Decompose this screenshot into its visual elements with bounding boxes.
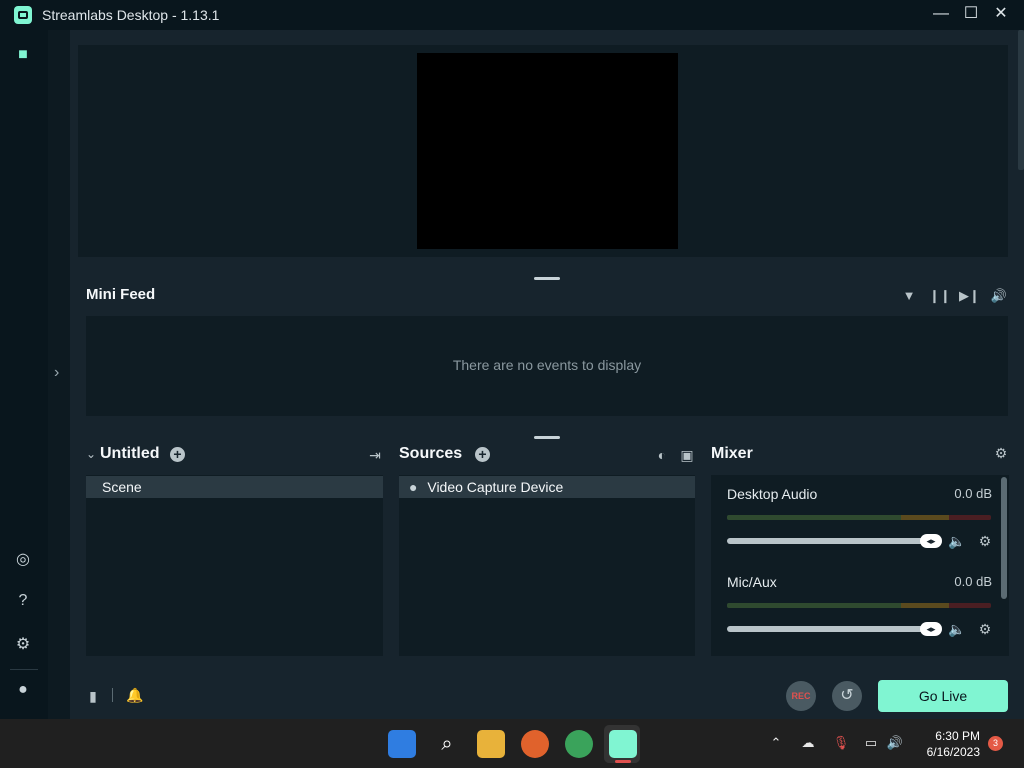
- mixer-channel-db: 0.0 dB: [954, 486, 992, 501]
- window-title: Streamlabs Desktop - 1.13.1: [42, 7, 220, 23]
- volume-icon[interactable]: 🔊: [989, 286, 1009, 306]
- replay-buffer-icon[interactable]: ↺: [832, 681, 862, 711]
- volume-meter: [727, 603, 991, 608]
- mixer-title: Mixer: [711, 445, 753, 462]
- filter-icon[interactable]: ▼: [899, 286, 919, 306]
- resize-handle[interactable]: [534, 436, 560, 439]
- skip-icon[interactable]: ▶❙: [959, 286, 980, 306]
- resize-handle[interactable]: [534, 277, 560, 280]
- active-indicator: [615, 760, 631, 763]
- minifeed-empty-message: There are no events to display: [452, 357, 642, 373]
- pause-icon[interactable]: ❙❙: [929, 286, 951, 306]
- mixer-scrollbar[interactable]: [1001, 477, 1007, 599]
- mixer-channel-db: 0.0 dB: [954, 574, 992, 589]
- speaker-icon[interactable]: 🔈: [948, 620, 966, 638]
- channel-settings-gear-icon[interactable]: ⚙: [976, 620, 994, 638]
- add-scene-icon[interactable]: +: [170, 447, 185, 462]
- source-item[interactable]: ● Video Capture Device: [399, 476, 695, 498]
- close-button[interactable]: ✕: [986, 0, 1016, 30]
- user-profile-icon[interactable]: ●: [12, 679, 34, 701]
- mixer-settings-gear-icon[interactable]: ⚙: [992, 444, 1010, 462]
- minimize-button[interactable]: —: [926, 0, 956, 30]
- sources-list: [399, 475, 695, 656]
- record-button[interactable]: REC: [786, 681, 816, 711]
- go-live-button[interactable]: Go Live: [878, 680, 1008, 712]
- performance-chart-icon[interactable]: ▮: [84, 687, 102, 705]
- volume-slider[interactable]: [727, 626, 927, 632]
- mixer-channel-name: Mic/Aux: [727, 574, 777, 590]
- volume-slider-handle[interactable]: ◂▸: [920, 622, 942, 636]
- sources-title: Sources: [399, 445, 463, 462]
- source-lock-icon[interactable]: ◐: [653, 446, 671, 464]
- add-folder-icon[interactable]: ▣: [678, 446, 696, 464]
- nav-divider: [10, 669, 38, 670]
- source-item-label: Video Capture Device: [427, 479, 564, 495]
- left-navigation: [0, 30, 49, 719]
- chevron-down-icon[interactable]: ⌄: [86, 447, 96, 461]
- footer-divider: [112, 688, 113, 702]
- volume-tray-icon[interactable]: 🔊: [886, 734, 904, 752]
- onedrive-icon[interactable]: ☁: [799, 734, 817, 752]
- chrome-icon[interactable]: [565, 730, 593, 758]
- vertical-scrollbar[interactable]: [1018, 30, 1024, 170]
- windows-start-icon[interactable]: [388, 730, 416, 758]
- chevron-up-icon[interactable]: ⌃: [767, 734, 785, 752]
- mixer-channel-name: Desktop Audio: [727, 486, 818, 502]
- speaker-icon[interactable]: 🔈: [948, 532, 966, 550]
- maximize-button[interactable]: ☐: [956, 0, 986, 30]
- volume-slider-handle[interactable]: ◂▸: [920, 534, 942, 548]
- file-explorer-icon[interactable]: [477, 730, 505, 758]
- help-icon[interactable]: ?: [12, 590, 34, 612]
- add-source-icon[interactable]: +: [475, 447, 490, 462]
- minifeed-title: Mini Feed: [86, 286, 156, 303]
- search-icon[interactable]: ⌕: [433, 730, 461, 758]
- notification-badge[interactable]: 3: [988, 736, 1003, 751]
- transition-icon[interactable]: ⇥: [366, 446, 384, 464]
- volume-meter: [727, 515, 991, 520]
- external-link-icon[interactable]: ◎: [12, 549, 34, 571]
- notification-bell-icon[interactable]: 🔔: [126, 686, 144, 704]
- chevron-right-icon[interactable]: ›: [54, 364, 59, 382]
- scene-item-label: Scene: [102, 479, 142, 495]
- editor-camera-icon[interactable]: ■: [12, 44, 34, 66]
- microphone-icon[interactable]: 🎙: [832, 734, 850, 752]
- preview-canvas[interactable]: [417, 53, 678, 249]
- volume-slider[interactable]: [727, 538, 927, 544]
- streamlabs-taskbar-icon[interactable]: [609, 730, 637, 758]
- streamlabs-logo-icon: [14, 6, 32, 24]
- scene-item[interactable]: Scene: [86, 476, 383, 498]
- network-icon[interactable]: ▭: [862, 734, 880, 752]
- settings-gear-icon[interactable]: ⚙: [12, 634, 34, 656]
- channel-settings-gear-icon[interactable]: ⚙: [976, 532, 994, 550]
- scenes-list: [86, 475, 383, 656]
- firefox-icon[interactable]: [521, 730, 549, 758]
- webcam-icon: ●: [409, 479, 418, 495]
- clock-time[interactable]: 6:30 PM: [918, 729, 980, 743]
- clock-date[interactable]: 6/16/2023: [912, 745, 980, 759]
- scene-collection-title[interactable]: Untitled: [100, 445, 160, 463]
